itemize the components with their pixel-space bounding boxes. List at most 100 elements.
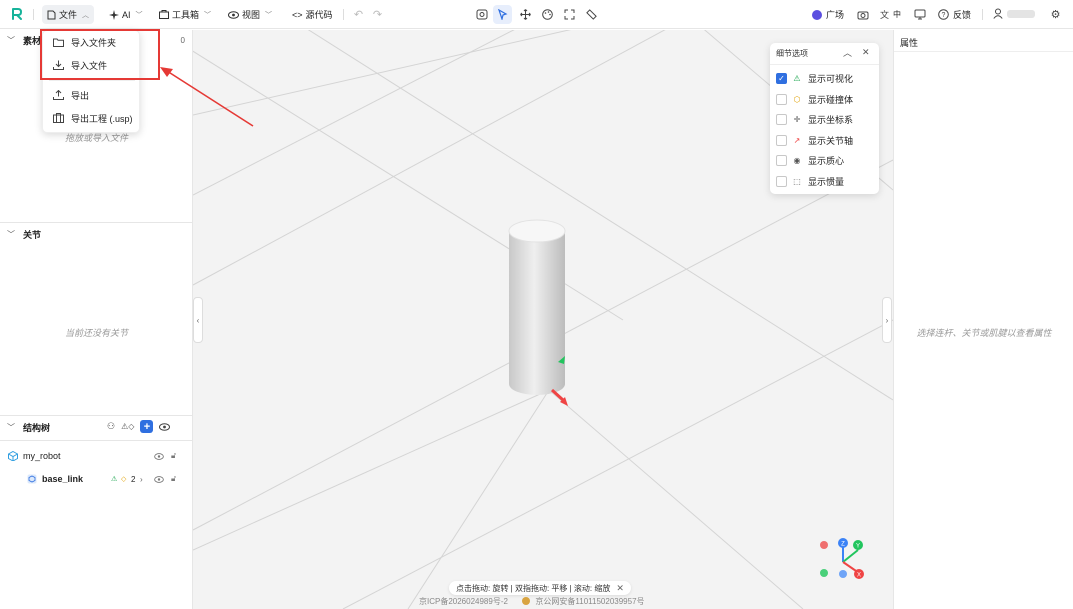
- option-show-collision[interactable]: ⬡ 显示碰撞体: [776, 92, 876, 106]
- orientation-gizmo[interactable]: Z Y X: [815, 535, 875, 585]
- visual-collision-toggle-icon[interactable]: ⚠◇: [121, 422, 134, 431]
- square-link[interactable]: 广场: [812, 8, 844, 21]
- tree-root-label: my_robot: [23, 451, 61, 461]
- base-link-label: base_link: [42, 474, 84, 484]
- file-icon: [47, 10, 56, 19]
- language-label: 中: [893, 10, 902, 19]
- tree-node-base-link[interactable]: base_link ⚠ ◇ 2 › 🔓︎: [0, 469, 193, 489]
- translate-icon: 文: [880, 10, 890, 20]
- redo-icon: ↷: [372, 9, 383, 21]
- option-show-com[interactable]: ◉ 显示质心: [776, 153, 876, 167]
- option-show-visual[interactable]: ✓ ⚠ 显示可视化: [776, 71, 876, 85]
- view-menu-button[interactable]: 视图 ﹀: [223, 5, 277, 24]
- unlock-icon[interactable]: 🔓︎: [171, 451, 176, 461]
- annotation-arrow: [160, 67, 254, 127]
- move-icon: [520, 9, 531, 20]
- language-button[interactable]: 文 中: [880, 8, 901, 21]
- child-count: 2: [131, 474, 136, 484]
- assets-count: 0: [180, 35, 185, 45]
- chevron-down-icon: ﹀: [7, 229, 15, 239]
- checkbox[interactable]: [776, 175, 787, 187]
- appearance-button[interactable]: [538, 5, 557, 24]
- transform-axes[interactable]: [538, 348, 598, 408]
- robot-cube-icon: [8, 451, 18, 461]
- checkbox-checked[interactable]: ✓: [776, 72, 787, 84]
- toolbox-menu-label: 工具箱: [172, 10, 200, 20]
- joint-axis-icon: ↗: [793, 135, 801, 145]
- inertia-box-icon: ⬚: [793, 176, 801, 186]
- joints-title: 关节: [23, 229, 42, 240]
- ai-menu-label: AI: [122, 9, 131, 20]
- menu-item-export-project[interactable]: 导出工程 (.usp): [43, 108, 141, 128]
- option-show-frames[interactable]: ✛ 显示坐标系: [776, 112, 876, 126]
- display-button[interactable]: [910, 5, 929, 24]
- settings-button[interactable]: ⚙: [1046, 5, 1065, 24]
- move-tool-button[interactable]: [516, 5, 535, 24]
- tree-toolbar: ⚇ ⚠◇ +: [107, 420, 171, 433]
- option-show-joint-axis[interactable]: ↗ 显示关节轴: [776, 133, 876, 147]
- police-badge-icon: [522, 597, 531, 605]
- option-label: 显示碰撞体: [808, 94, 854, 105]
- eye-icon[interactable]: [154, 452, 164, 460]
- fullscreen-icon: [564, 9, 575, 20]
- add-link-button[interactable]: +: [140, 420, 154, 433]
- collapse-left-panel-handle[interactable]: ‹: [193, 297, 203, 343]
- chevron-down-icon: ﹀: [135, 11, 143, 19]
- redo-button[interactable]: ↷: [368, 5, 387, 24]
- focus-button[interactable]: [472, 5, 491, 24]
- select-tool-button[interactable]: [493, 5, 512, 24]
- gizmo-x-label: X: [857, 573, 861, 579]
- chevron-up-icon: ︿: [82, 11, 90, 19]
- camera-icon: [857, 11, 868, 19]
- view-menu-label: 视图: [242, 10, 261, 20]
- checkbox[interactable]: [776, 113, 787, 125]
- chevron-left-icon: ‹: [196, 315, 200, 325]
- unlock-icon[interactable]: 🔓︎: [171, 474, 176, 484]
- file-menu-button[interactable]: 文件 ︿: [42, 5, 95, 24]
- menu-item-export[interactable]: 导出: [43, 85, 141, 105]
- checkbox[interactable]: [776, 134, 787, 146]
- eye-icon[interactable]: [159, 422, 171, 431]
- ai-menu-button[interactable]: AI ﹀: [104, 5, 148, 24]
- measure-button[interactable]: [582, 5, 601, 24]
- collapse-panel-icon[interactable]: ︿: [843, 46, 852, 59]
- checkbox[interactable]: [776, 154, 787, 166]
- properties-panel: 属性 选择连杆、关节或肌腱以查看属性: [893, 30, 1073, 609]
- close-icon[interactable]: ✕: [616, 583, 624, 594]
- option-label: 显示关节轴: [808, 135, 854, 146]
- option-label: 显示质心: [808, 155, 845, 166]
- properties-title: 属性: [900, 38, 919, 48]
- gizmo-z-label: Z: [841, 542, 845, 548]
- chevron-right-icon[interactable]: ›: [140, 475, 143, 484]
- collapse-right-panel-handle[interactable]: ›: [882, 297, 892, 343]
- chevron-down-icon: ﹀: [7, 422, 15, 432]
- package-icon: [52, 113, 64, 123]
- checkbox[interactable]: [776, 93, 787, 105]
- eye-icon: [228, 10, 239, 19]
- icp-record[interactable]: 京ICP备2026024989号-2: [419, 597, 508, 606]
- feedback-button[interactable]: ? 反馈: [938, 8, 971, 21]
- tree-node-root[interactable]: my_robot 🔓︎: [0, 446, 193, 466]
- app-logo[interactable]: [10, 7, 24, 21]
- toolbox-icon: [159, 10, 169, 19]
- toolbox-menu-button[interactable]: 工具箱 ﹀: [154, 5, 216, 24]
- fullscreen-button[interactable]: [560, 5, 579, 24]
- close-icon[interactable]: ✕: [862, 47, 870, 58]
- source-code-button[interactable]: <> 源代码: [287, 5, 338, 24]
- tree-title: 结构树: [23, 422, 51, 433]
- police-record[interactable]: 京公网安备11011502039957号: [535, 597, 644, 606]
- option-show-inertia[interactable]: ⬚ 显示惯量: [776, 174, 876, 188]
- feedback-label: 反馈: [953, 10, 972, 20]
- eye-icon[interactable]: [154, 475, 164, 483]
- hierarchy-icon[interactable]: ⚇: [107, 421, 115, 432]
- detail-options-panel: 细节选项 ︿ ✕ ✓ ⚠ 显示可视化 ⬡ 显示碰撞体 ✛ 显示坐标系 ↗ 显示关…: [770, 43, 879, 194]
- square-label: 广场: [826, 10, 845, 20]
- user-account-button[interactable]: [993, 8, 1035, 19]
- option-label: 显示坐标系: [808, 114, 854, 125]
- user-icon: [993, 8, 1003, 19]
- undo-button[interactable]: ↶: [349, 5, 368, 24]
- palette-icon: [542, 9, 553, 20]
- joints-section-header[interactable]: ﹀ 关节: [0, 224, 193, 244]
- screenshot-button[interactable]: [853, 5, 872, 24]
- chevron-right-icon: ›: [885, 315, 889, 325]
